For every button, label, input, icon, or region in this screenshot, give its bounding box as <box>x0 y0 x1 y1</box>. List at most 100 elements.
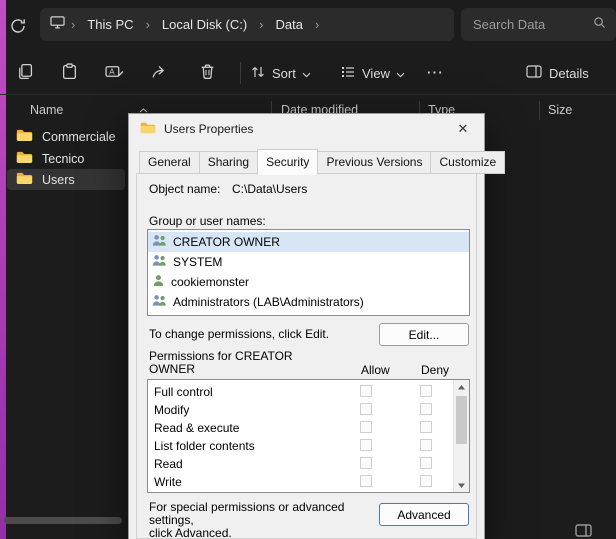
copy-button[interactable] <box>8 57 40 89</box>
group-row-creator-owner[interactable]: CREATOR OWNER <box>148 232 469 252</box>
deny-checkbox[interactable] <box>420 457 432 469</box>
permission-row-list-folder-contents[interactable]: List folder contents <box>148 437 469 455</box>
breadcrumb-local-disk-c[interactable]: Local Disk (C:) <box>156 15 253 34</box>
vertical-scrollbar[interactable] <box>453 380 469 492</box>
dialog-title: Users Properties <box>164 122 253 136</box>
more-options-button[interactable]: ⋯ <box>420 57 450 89</box>
permission-name: Full control <box>154 385 213 399</box>
deny-checkbox[interactable] <box>420 403 432 415</box>
copy-icon <box>16 63 33 83</box>
edit-button[interactable]: Edit... <box>379 323 469 346</box>
folder-name: Tecnico <box>42 152 84 166</box>
permission-name: Read & execute <box>154 421 239 435</box>
chevron-down-icon <box>302 66 311 81</box>
search-input[interactable] <box>471 16 593 33</box>
allow-checkbox[interactable] <box>360 457 372 469</box>
folder-icon <box>16 128 33 145</box>
edit-hint: To change permissions, click Edit. <box>149 327 329 341</box>
allow-checkbox[interactable] <box>360 475 372 487</box>
tab-general[interactable]: General <box>139 151 200 174</box>
permission-name: Modify <box>154 403 189 417</box>
view-toggle-icon[interactable] <box>575 524 592 539</box>
sort-icon <box>250 64 266 83</box>
breadcrumb-data[interactable]: Data <box>270 15 309 34</box>
group-list-label: Group or user names: <box>149 214 266 228</box>
folder-row-commerciale[interactable]: Commerciale <box>7 126 125 147</box>
allow-checkbox[interactable] <box>360 439 372 451</box>
deny-checkbox[interactable] <box>420 385 432 397</box>
delete-button[interactable] <box>191 57 223 89</box>
deny-checkbox[interactable] <box>420 475 432 487</box>
permission-row-modify[interactable]: Modify <box>148 401 469 419</box>
user-row-cookiemonster[interactable]: cookiemonster <box>148 272 469 292</box>
details-label: Details <box>549 66 589 81</box>
group-name: SYSTEM <box>173 255 222 269</box>
object-name-value: C:\Data\Users <box>232 182 307 196</box>
search-box[interactable] <box>461 8 616 41</box>
column-separator[interactable] <box>539 101 540 120</box>
address-bar[interactable]: › This PC › Local Disk (C:) › Data › <box>40 8 454 41</box>
column-header-name[interactable]: Name <box>30 103 63 117</box>
scrollbar-thumb[interactable] <box>456 396 467 444</box>
scroll-down-icon[interactable] <box>454 478 469 492</box>
group-name: Administrators (LAB\Administrators) <box>173 295 364 309</box>
details-button[interactable]: Details <box>520 57 595 89</box>
folder-row-tecnico[interactable]: Tecnico <box>7 148 125 169</box>
permission-row-write[interactable]: Write <box>148 473 469 491</box>
scroll-up-icon[interactable] <box>454 380 469 394</box>
this-pc-icon <box>50 15 65 34</box>
permission-row-full-control[interactable]: Full control <box>148 383 469 401</box>
tab-customize[interactable]: Customize <box>431 151 505 174</box>
explorer-window: › This PC › Local Disk (C:) › Data › A S… <box>0 0 616 539</box>
permission-name: Read <box>154 457 183 471</box>
breadcrumb-this-pc[interactable]: This PC <box>81 15 139 34</box>
permission-name: List folder contents <box>154 439 255 453</box>
allow-checkbox[interactable] <box>360 421 372 433</box>
share-button[interactable] <box>143 57 175 89</box>
group-icon <box>152 254 167 270</box>
allow-checkbox[interactable] <box>360 385 372 397</box>
paste-button[interactable] <box>53 57 85 89</box>
column-header-size[interactable]: Size <box>548 103 572 117</box>
user-icon <box>152 274 165 290</box>
users-properties-dialog: Users Properties ✕ General Sharing Secur… <box>128 113 485 539</box>
group-row-administrators[interactable]: Administrators (LAB\Administrators) <box>148 292 469 312</box>
view-label: View <box>362 66 390 81</box>
horizontal-scrollbar[interactable] <box>4 517 122 524</box>
view-button[interactable]: View <box>336 57 409 89</box>
breadcrumb-chevron: › <box>144 17 152 32</box>
dialog-tabstrip: General Sharing Security Previous Versio… <box>139 152 505 174</box>
deny-checkbox[interactable] <box>420 439 432 451</box>
dialog-titlebar[interactable]: Users Properties ✕ <box>129 114 484 144</box>
breadcrumb-chevron: › <box>313 17 321 32</box>
tab-security[interactable]: Security <box>257 149 318 175</box>
rename-button[interactable]: A <box>98 57 130 89</box>
sort-label: Sort <box>272 66 296 81</box>
group-user-listbox[interactable]: CREATOR OWNER SYSTEM cookiemonster Admin… <box>147 229 470 316</box>
refresh-button[interactable] <box>7 16 29 38</box>
permission-row-read-execute[interactable]: Read & execute <box>148 419 469 437</box>
deny-checkbox[interactable] <box>420 421 432 433</box>
tab-previous-versions[interactable]: Previous Versions <box>318 151 431 174</box>
object-name-label: Object name: <box>149 182 220 196</box>
allow-checkbox[interactable] <box>360 403 372 415</box>
folder-icon <box>140 121 156 137</box>
close-button[interactable]: ✕ <box>448 117 478 141</box>
permission-name: Write <box>154 475 182 489</box>
details-pane-icon <box>526 65 542 81</box>
folder-row-users[interactable]: Users <box>7 169 125 190</box>
share-icon <box>151 63 168 83</box>
tab-sharing[interactable]: Sharing <box>200 151 258 174</box>
rename-icon: A <box>105 63 124 83</box>
breadcrumb-chevron: › <box>257 17 265 32</box>
advanced-button[interactable]: Advanced <box>379 503 469 526</box>
folder-icon <box>16 171 33 188</box>
sort-button[interactable]: Sort <box>246 57 315 89</box>
toolbar-separator <box>240 62 241 84</box>
search-icon <box>593 16 606 34</box>
paste-icon <box>61 63 78 83</box>
permissions-listbox[interactable]: Full control Modify Read & execute List … <box>147 379 470 493</box>
permission-row-read[interactable]: Read <box>148 455 469 473</box>
group-row-system[interactable]: SYSTEM <box>148 252 469 272</box>
permissions-for-label: Permissions for CREATOROWNER <box>149 350 329 376</box>
